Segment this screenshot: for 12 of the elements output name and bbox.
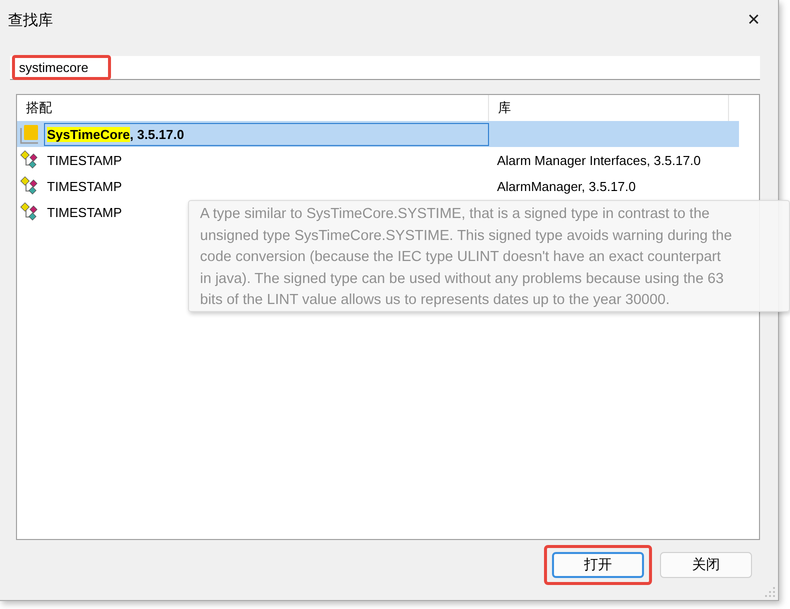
match-name: TIMESTAMP [46, 178, 123, 196]
match-name: SysTimeCore, 3.5.17.0 [44, 122, 489, 146]
tooltip-text: code conversion (because the IEC type ULINT doesn't have an exact counterpart [200, 248, 721, 267]
tooltip-text: bits of the LINT value allows us to represents dates up to the year 30000. [200, 291, 670, 310]
match-name: TIMESTAMP [46, 152, 123, 170]
tooltip-text: A type similar to SysTimeCore.SYSTIME, that is a signed type in contrast to the [200, 205, 710, 224]
tooltip-text: in java). The signed type can be used without any problems because using the 63 [200, 270, 724, 288]
library-name: Alarm Manager Interfaces, 3.5.17.0 [497, 152, 701, 168]
library-name: AlarmManager, 3.5.17.0 [497, 178, 636, 194]
match-name: TIMESTAMP [46, 204, 123, 222]
window-title: 查找库 [8, 10, 53, 30]
tooltip-text: unsigned type SysTimeCore.SYSTIME. This signed type avoids warning during the [200, 226, 732, 246]
